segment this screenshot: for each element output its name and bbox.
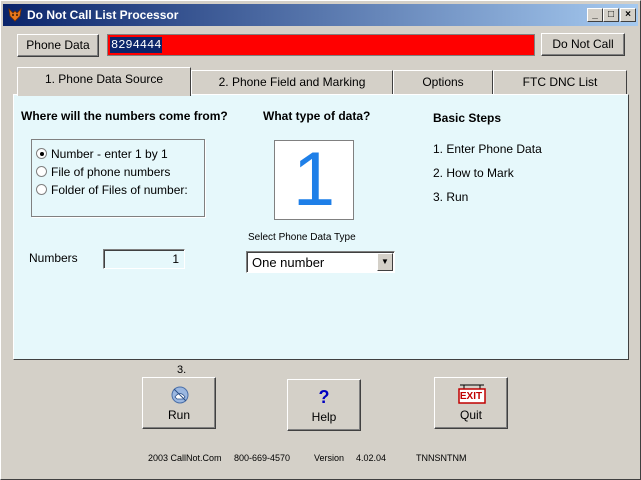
quit-button[interactable]: EXIT Quit: [434, 377, 508, 429]
phone-data-label: Phone Data: [26, 38, 90, 52]
numbers-count-field[interactable]: 1: [103, 249, 185, 269]
tab-panel: Where will the numbers come from? Number…: [13, 94, 629, 360]
radio-selected-icon: [36, 148, 47, 159]
tab-phone-data-source[interactable]: 1. Phone Data Source: [17, 67, 191, 96]
title-bar[interactable]: Do Not Call List Processor _ □ ×: [3, 4, 638, 26]
numbers-label: Numbers: [29, 251, 78, 265]
do-not-call-button[interactable]: Do Not Call: [541, 33, 625, 56]
fox-logo-icon: [8, 7, 22, 22]
run-button[interactable]: Run: [142, 377, 216, 429]
footer-company: 2003 CallNot.Com: [148, 453, 222, 463]
radio-label: File of phone numbers: [51, 165, 171, 179]
data-type-select[interactable]: One number ▼: [246, 251, 395, 273]
close-button[interactable]: ×: [620, 8, 636, 22]
step-item: 1. Enter Phone Data: [433, 142, 542, 156]
footer-code: TNNSNTNM: [416, 453, 467, 463]
minimize-icon: _: [592, 9, 598, 20]
phone-run-icon: [171, 386, 189, 404]
phone-value: 8294444: [110, 37, 163, 53]
minimize-button[interactable]: _: [587, 8, 603, 22]
chevron-down-icon[interactable]: ▼: [377, 253, 393, 271]
tab-label: 1. Phone Data Source: [44, 72, 164, 86]
radio-number-1-by-1[interactable]: Number - enter 1 by 1: [36, 146, 202, 162]
app-window: Do Not Call List Processor _ □ × Phone D…: [0, 0, 641, 480]
data-type-indicator: 1: [274, 140, 354, 220]
data-type-value: One number: [252, 255, 325, 270]
radio-file-of-numbers[interactable]: File of phone numbers: [36, 164, 202, 180]
data-type-digit: 1: [292, 137, 336, 222]
footer-version-label: Version: [314, 453, 345, 463]
select-data-type-label: Select Phone Data Type: [248, 232, 356, 243]
exit-sign-icon: EXIT: [435, 383, 507, 405]
tab-phone-field-marking[interactable]: 2. Phone Field and Marking: [191, 70, 393, 95]
question-mark-icon: ?: [318, 387, 330, 407]
radio-label: Number - enter 1 by 1: [51, 147, 168, 161]
step-number-label: 3.: [177, 364, 187, 376]
tab-options[interactable]: Options: [393, 70, 493, 95]
footer-version: 4.02.04: [356, 453, 387, 463]
radio-folder-of-files[interactable]: Folder of Files of number:: [36, 182, 202, 198]
datatype-heading: What type of data?: [263, 109, 371, 123]
help-button[interactable]: ? Help: [287, 379, 361, 431]
phone-data-field[interactable]: 8294444: [107, 34, 535, 56]
tab-strip: 1. Phone Data Source 2. Phone Field and …: [13, 67, 629, 96]
footer-phone: 800-669-4570: [234, 453, 291, 463]
source-options-group: Number - enter 1 by 1 File of phone numb…: [31, 139, 205, 217]
source-heading: Where will the numbers come from?: [21, 109, 228, 123]
tab-label: FTC DNC List: [522, 75, 598, 89]
radio-empty-icon: [36, 166, 47, 177]
basic-steps-heading: Basic Steps: [433, 111, 502, 125]
tab-ftc-dnc-list[interactable]: FTC DNC List: [493, 70, 627, 95]
window-title: Do Not Call List Processor: [27, 8, 179, 22]
tab-label: Options: [422, 75, 464, 89]
maximize-button[interactable]: □: [603, 8, 619, 22]
step-item: 3. Run: [433, 190, 469, 204]
phone-data-button[interactable]: Phone Data: [17, 34, 99, 57]
maximize-icon: □: [607, 9, 615, 20]
quit-label: Quit: [459, 408, 482, 422]
close-icon: ×: [625, 9, 631, 20]
exit-sign-text: EXIT: [459, 391, 483, 402]
help-label: Help: [311, 410, 337, 424]
radio-label: Folder of Files of number:: [51, 183, 188, 197]
tab-label: 2. Phone Field and Marking: [218, 75, 366, 89]
radio-empty-icon: [36, 184, 47, 195]
run-label: Run: [167, 408, 190, 422]
do-not-call-label: Do Not Call: [552, 37, 614, 51]
step-item: 2. How to Mark: [433, 166, 514, 180]
